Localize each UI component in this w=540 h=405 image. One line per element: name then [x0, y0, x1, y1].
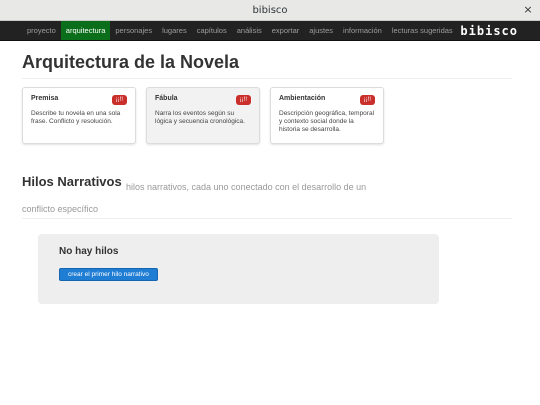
- warning-badge: ¡¡!!: [359, 95, 375, 105]
- warning-badge: ¡¡!!: [111, 95, 127, 105]
- nav-item-personajes[interactable]: personajes: [110, 21, 157, 40]
- card-description: Descripción geográfica, temporal y conte…: [279, 110, 375, 133]
- card-ambientacion[interactable]: Ambientación ¡¡!! Descripción geográfica…: [270, 87, 384, 144]
- empty-state-title: No hay hilos: [59, 246, 119, 257]
- window-titlebar: bibisco ×: [0, 0, 540, 21]
- nav-item-lecturas-sugeridas[interactable]: lecturas sugeridas: [387, 21, 458, 40]
- warning-badge: ¡¡!!: [235, 95, 251, 105]
- main-navbar: proyecto arquitectura personajes lugares…: [0, 21, 540, 41]
- empty-state-panel: No hay hilos crear el primer hilo narrat…: [38, 234, 439, 304]
- card-description: Narra los eventos según su lógica y secu…: [155, 110, 245, 125]
- nav-item-capitulos[interactable]: capítulos: [192, 21, 232, 40]
- nav-item-ajustes[interactable]: ajustes: [304, 21, 338, 40]
- architecture-cards: Premisa ¡¡!! Describe tu novela en una s…: [22, 87, 384, 144]
- divider: [22, 78, 512, 79]
- nav-item-exportar[interactable]: exportar: [267, 21, 305, 40]
- section-subtitle: hilos narrativos, cada uno conectado con…: [22, 182, 367, 214]
- nav-item-arquitectura[interactable]: arquitectura: [60, 21, 111, 40]
- card-fabula[interactable]: Fábula ¡¡!! Narra los eventos según su l…: [146, 87, 260, 144]
- nav-item-proyecto[interactable]: proyecto: [22, 21, 61, 40]
- nav-item-analisis[interactable]: análisis: [232, 21, 267, 40]
- brand-logo: bibisco: [460, 23, 518, 38]
- create-first-thread-button[interactable]: crear el primer hilo narrativo: [59, 268, 158, 281]
- window-title: bibisco: [252, 4, 288, 16]
- close-icon[interactable]: ×: [522, 4, 534, 16]
- card-premisa[interactable]: Premisa ¡¡!! Describe tu novela en una s…: [22, 87, 136, 144]
- divider: [22, 218, 512, 219]
- card-description: Describe tu novela en una sola frase. Co…: [31, 110, 121, 125]
- nav-item-lugares[interactable]: lugares: [157, 21, 192, 40]
- nav-item-informacion[interactable]: información: [338, 21, 387, 40]
- page-title: Arquitectura de la Novela: [22, 52, 240, 72]
